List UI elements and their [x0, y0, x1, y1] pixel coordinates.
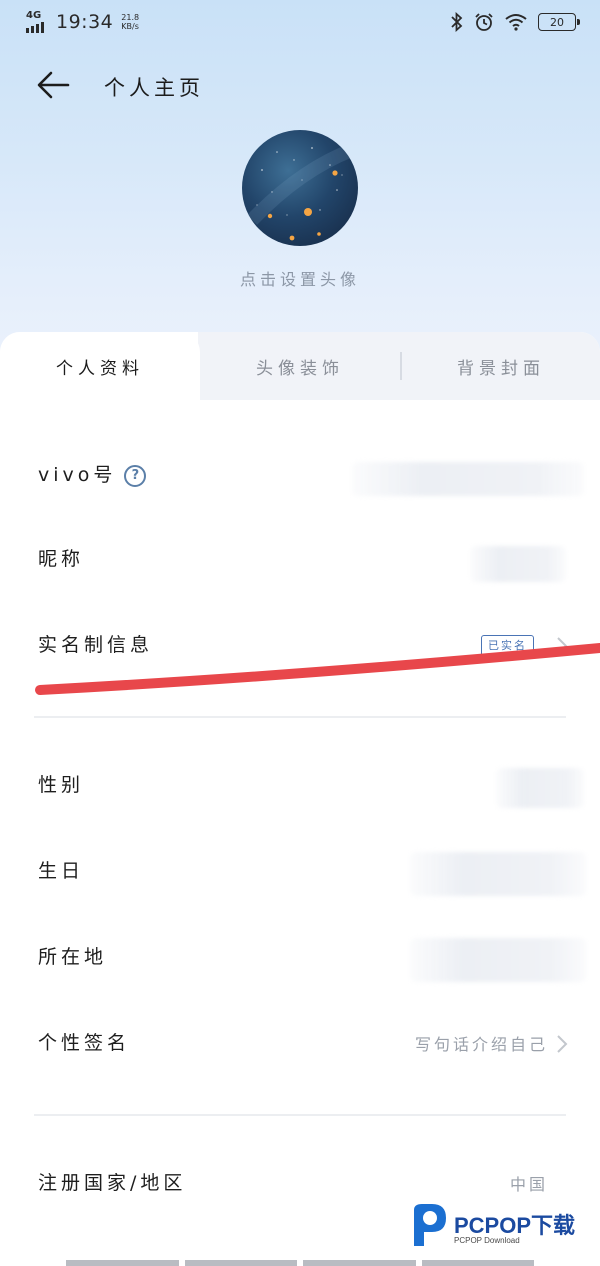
back-arrow-icon[interactable]: [36, 70, 70, 100]
network-speed: 21.8 KB/s: [121, 13, 140, 31]
watermark-sub: PCPOP Download: [454, 1236, 520, 1245]
status-right: 20: [450, 12, 580, 32]
region-value: 中国: [509, 1175, 548, 1194]
redacted-value: [496, 768, 584, 808]
vivo-id-label: vivo号?: [38, 460, 147, 487]
avatar-hint[interactable]: 点击设置头像: [0, 266, 600, 290]
cellular-signal-icon: 4G: [26, 11, 50, 33]
battery-icon: 20: [538, 13, 580, 31]
redacted-value: [410, 938, 586, 982]
tab-avatar-decoration[interactable]: 头像装饰: [200, 332, 400, 400]
redacted-value: [352, 462, 584, 496]
status-left: 4G 19:34 21.8 KB/s: [26, 11, 139, 33]
row-nickname[interactable]: 昵称: [0, 530, 600, 590]
location-label: 所在地: [38, 946, 108, 968]
avatar-image: [246, 143, 355, 241]
profile-card: 个人资料 头像装饰 背景封面 vivo号? 昵称 实名制信息 已实名 性别 生日…: [0, 332, 600, 1266]
birthday-label: 生日: [38, 860, 85, 882]
status-bar: 4G 19:34 21.8 KB/s 20: [0, 0, 600, 44]
section-divider: [34, 1114, 566, 1116]
section-divider: [34, 716, 566, 718]
redacted-value: [470, 546, 566, 582]
avatar[interactable]: [242, 130, 358, 246]
network-type: 4G: [26, 10, 42, 21]
nickname-label: 昵称: [38, 548, 85, 570]
help-icon[interactable]: ?: [124, 464, 147, 487]
tab-personal-info[interactable]: 个人资料: [0, 332, 200, 400]
row-signature[interactable]: 个性签名 写句话介绍自己: [0, 1014, 600, 1074]
signature-placeholder: 写句话介绍自己: [414, 1035, 548, 1054]
pcpop-logo-icon: [414, 1204, 446, 1246]
bluetooth-icon: [451, 12, 463, 32]
wifi-icon: [505, 14, 527, 31]
tab-bar: 个人资料 头像装饰 背景封面: [0, 332, 600, 400]
annotation-underline: [35, 643, 600, 695]
signature-label: 个性签名: [38, 1032, 131, 1054]
site-watermark: PCPOP下载 PCPOP Download: [410, 1202, 600, 1252]
row-gender[interactable]: 性别: [0, 756, 600, 816]
gender-label: 性别: [38, 774, 85, 796]
tab-background-cover[interactable]: 背景封面: [402, 332, 600, 400]
alarm-icon: [475, 13, 493, 31]
row-vivo-id[interactable]: vivo号?: [0, 446, 600, 506]
clock: 19:34: [56, 11, 114, 33]
row-birthday[interactable]: 生日: [0, 842, 600, 902]
bottom-edge-bars: [66, 1260, 534, 1266]
chevron-right-icon: [557, 1035, 568, 1053]
row-location[interactable]: 所在地: [0, 928, 600, 988]
page-title: 个人主页: [104, 76, 204, 100]
page-header: 个人主页: [0, 60, 600, 110]
region-label: 注册国家/地区: [38, 1172, 187, 1194]
redacted-value: [410, 852, 586, 896]
